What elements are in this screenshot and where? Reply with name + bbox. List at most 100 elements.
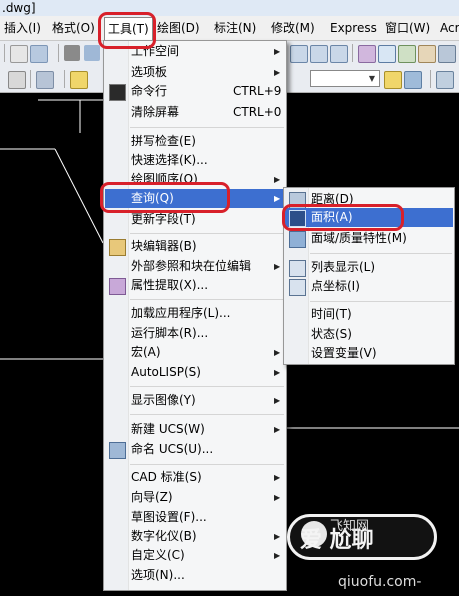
copy-icon[interactable]	[84, 45, 100, 61]
submenu-arrow-icon: ▶	[274, 493, 281, 502]
menu-item-command-line[interactable]: 命令行 CTRL+9	[105, 82, 286, 101]
menu-item-shortcut: CTRL+0	[233, 105, 282, 119]
menu-item-label: 快速选择(K)...	[131, 153, 208, 167]
menu-item-xref-edit[interactable]: 外部参照和块在位编辑 ▶	[105, 257, 286, 276]
watermark-url: qiuofu.com-	[338, 574, 422, 590]
menu-draw[interactable]: 绘图(D)	[157, 16, 200, 40]
submenu-item-status[interactable]: 状态(S)	[285, 325, 453, 344]
cut-icon[interactable]	[64, 45, 80, 61]
menu-dimension[interactable]: 标注(N)	[214, 16, 256, 40]
submenu-item-label: 时间(T)	[311, 307, 352, 321]
submenu-item-region-mass[interactable]: 面域/质量特性(M)	[285, 229, 453, 248]
menu-item-palettes[interactable]: 选项板 ▶	[105, 63, 286, 82]
menu-item-block-editor[interactable]: 块编辑器(B)	[105, 237, 286, 256]
menu-item-named-ucs[interactable]: 命名 UCS(U)...	[105, 440, 286, 459]
menu-separator	[130, 386, 284, 387]
menu-bar: 插入(I) 格式(O) 工具(T) 绘图(D) 标注(N) 修改(M) Expr…	[0, 16, 459, 41]
window-title: .dwg]	[2, 1, 36, 15]
submenu-item-label: 设置变量(V)	[311, 346, 377, 360]
menu-item-label: 选项(N)...	[131, 568, 185, 582]
menu-item-options[interactable]: 选项(N)...	[105, 566, 286, 585]
menu-item-label: 拼写检查(E)	[131, 134, 196, 148]
markup-icon[interactable]	[438, 45, 456, 63]
properties-icon[interactable]	[358, 45, 376, 63]
menu-item-new-ucs[interactable]: 新建 UCS(W) ▶	[105, 420, 286, 439]
annotation-ring-area	[282, 204, 404, 231]
layer-properties-icon[interactable]	[70, 71, 88, 89]
menu-insert[interactable]: 插入(I)	[4, 16, 41, 40]
submenu-arrow-icon: ▶	[274, 425, 281, 434]
submenu-item-label: 状态(S)	[311, 327, 352, 341]
menu-item-label: 加载应用程序(L)...	[131, 306, 231, 320]
submenu-item-time[interactable]: 时间(T)	[285, 305, 453, 324]
layer-previous-icon[interactable]	[384, 71, 402, 89]
new-icon[interactable]	[10, 45, 28, 63]
menu-item-macro[interactable]: 宏(A) ▶	[105, 343, 286, 362]
submenu-arrow-icon: ▶	[274, 473, 281, 482]
submenu-item-id-point[interactable]: 点坐标(I)	[285, 277, 453, 296]
menu-express[interactable]: Express	[330, 16, 377, 40]
menu-item-label: 数字化仪(B)	[131, 529, 197, 543]
menu-item-label: 命名 UCS(U)...	[131, 442, 214, 456]
submenu-arrow-icon: ▶	[274, 47, 281, 56]
menu-item-customize[interactable]: 自定义(C) ▶	[105, 546, 286, 565]
toolbar-misc-icon[interactable]	[36, 71, 54, 89]
workspace-icon[interactable]	[8, 71, 26, 89]
menu-item-tablet[interactable]: 数字化仪(B) ▶	[105, 527, 286, 546]
menu-separator	[310, 253, 452, 254]
menu-separator	[130, 299, 284, 300]
tools-menu: 工作空间 ▶ 选项板 ▶ 命令行 CTRL+9 清除屏幕 CTRL+0 拼写检查…	[103, 40, 287, 591]
submenu-arrow-icon: ▶	[274, 551, 281, 560]
menu-item-load-application[interactable]: 加载应用程序(L)...	[105, 304, 286, 323]
watermark-side-text: 飞知网	[330, 519, 370, 534]
submenu-arrow-icon: ▶	[274, 348, 281, 357]
menu-item-attribute-extract[interactable]: 属性提取(X)...	[105, 276, 286, 295]
menu-item-label: 块编辑器(B)	[131, 239, 197, 253]
menu-window[interactable]: 窗口(W)	[385, 16, 430, 40]
submenu-item-label: 点坐标(I)	[311, 279, 360, 293]
menu-item-run-script[interactable]: 运行脚本(R)...	[105, 324, 286, 343]
submenu-arrow-icon: ▶	[274, 262, 281, 271]
submenu-item-setvar[interactable]: 设置变量(V)	[285, 344, 453, 363]
region-mass-icon	[289, 231, 306, 248]
menu-item-label: 新建 UCS(W)	[131, 422, 205, 436]
submenu-arrow-icon: ▶	[274, 532, 281, 541]
menu-separator	[130, 127, 284, 128]
menu-item-drafting-settings[interactable]: 草图设置(F)...	[105, 508, 286, 527]
list-icon	[289, 260, 306, 277]
menu-item-label: 属性提取(X)...	[131, 278, 209, 292]
submenu-item-list[interactable]: 列表显示(L)	[285, 258, 453, 277]
zoom-realtime-icon[interactable]	[290, 45, 308, 63]
tool-palettes-icon[interactable]	[398, 45, 416, 63]
menu-item-label: 运行脚本(R)...	[131, 326, 209, 340]
menu-acr[interactable]: Acr	[440, 16, 459, 40]
menu-separator	[130, 414, 284, 415]
menu-separator	[310, 301, 452, 302]
zoom-window-icon[interactable]	[310, 45, 328, 63]
block-editor-icon	[109, 239, 126, 256]
chevron-down-icon[interactable]: ▼	[366, 72, 378, 85]
menu-item-label: 宏(A)	[131, 345, 161, 359]
open-icon[interactable]	[30, 45, 48, 63]
menu-item-autolisp[interactable]: AutoLISP(S) ▶	[105, 363, 286, 382]
toolbar-separator	[430, 70, 431, 88]
menu-item-display-image[interactable]: 显示图像(Y) ▶	[105, 391, 286, 410]
sheet-set-icon[interactable]	[418, 45, 436, 63]
toolbar-separator	[58, 44, 59, 62]
design-center-icon[interactable]	[378, 45, 396, 63]
menu-item-cad-standards[interactable]: CAD 标准(S) ▶	[105, 468, 286, 487]
menu-item-wizards[interactable]: 向导(Z) ▶	[105, 488, 286, 507]
menu-item-spelling[interactable]: 拼写检查(E)	[105, 132, 286, 151]
menu-item-label: 外部参照和块在位编辑	[131, 259, 252, 273]
menu-item-quick-select[interactable]: 快速选择(K)...	[105, 151, 286, 170]
menu-modify[interactable]: 修改(M)	[271, 16, 315, 40]
menu-item-label: 自定义(C)	[131, 548, 185, 562]
attribute-extract-icon	[109, 278, 126, 295]
menu-format[interactable]: 格式(O)	[52, 16, 95, 40]
style-icon[interactable]	[436, 71, 454, 89]
make-current-icon[interactable]	[404, 71, 422, 89]
menu-item-clean-screen[interactable]: 清除屏幕 CTRL+0	[105, 103, 286, 122]
ucs-icon	[109, 442, 126, 459]
zoom-previous-icon[interactable]	[330, 45, 348, 63]
menu-item-label: AutoLISP(S)	[131, 365, 201, 379]
